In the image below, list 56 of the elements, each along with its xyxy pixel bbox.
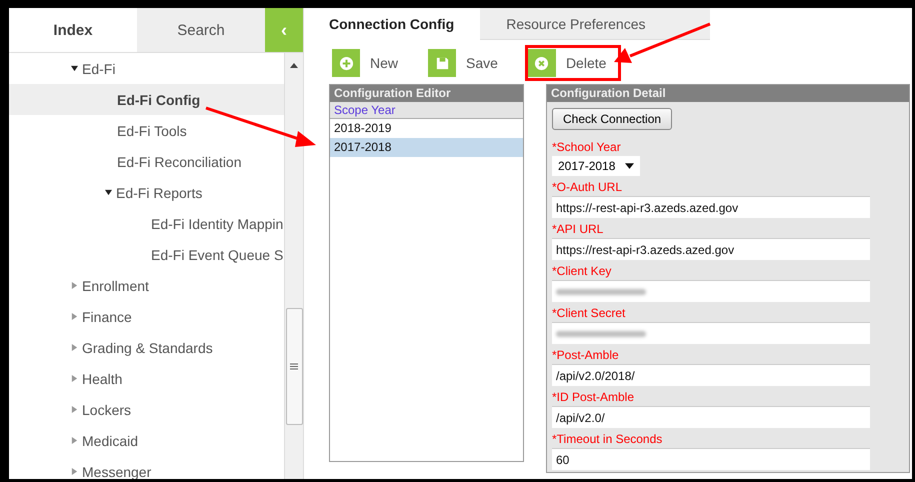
scroll-up-icon[interactable] — [290, 63, 298, 68]
field-label: *Post-Amble — [552, 348, 619, 362]
check-connection-button[interactable]: Check Connection — [552, 108, 672, 130]
delete-button[interactable]: Delete — [524, 45, 622, 81]
tree-item[interactable]: Ed-Fi Reconciliation — [9, 146, 284, 177]
tree-item[interactable]: Ed-Fi — [9, 53, 284, 84]
tree-item[interactable]: Ed-Fi Tools — [9, 115, 284, 146]
sidebar-tab[interactable]: Search — [137, 8, 265, 52]
field-label: *School Year — [552, 140, 621, 154]
input-field[interactable]: https://-rest-api-r3.azeds.azed.gov — [552, 196, 870, 218]
collapsed-triangle-icon[interactable] — [71, 468, 78, 475]
new-button[interactable]: New — [329, 45, 414, 81]
tree-item[interactable]: Lockers — [9, 394, 284, 425]
input-field[interactable]: 60 — [552, 448, 870, 470]
close-icon — [534, 56, 550, 70]
collapsed-triangle-icon[interactable] — [71, 344, 78, 351]
field-label: *O-Auth URL — [552, 180, 622, 194]
tree-item[interactable]: Ed-Fi Reports — [9, 177, 284, 208]
tree-item[interactable]: Finance — [9, 301, 284, 332]
plus-icon — [338, 56, 354, 70]
collapsed-triangle-icon[interactable] — [71, 375, 78, 382]
collapsed-triangle-icon[interactable] — [71, 313, 78, 320]
column-header[interactable]: Scope Year — [330, 102, 523, 119]
field-label: *ID Post-Amble — [552, 390, 634, 404]
tree-item[interactable]: Medicaid — [9, 425, 284, 456]
expanded-triangle-icon[interactable] — [71, 65, 78, 72]
scroll-thumb[interactable] — [286, 308, 302, 425]
list-row[interactable]: 2017-2018 — [330, 138, 523, 157]
input-field[interactable] — [552, 280, 870, 302]
panel-title: Configuration Editor — [330, 85, 523, 102]
tree-item[interactable]: Enrollment — [9, 270, 284, 301]
caret-icon — [625, 163, 634, 169]
list-row[interactable]: 2018-2019 — [330, 119, 523, 138]
field-label: *Timeout in Seconds — [552, 432, 662, 446]
collapsed-triangle-icon[interactable] — [71, 437, 78, 444]
tree-item[interactable]: Ed-Fi Config — [9, 84, 284, 115]
tree-item[interactable]: Health — [9, 363, 284, 394]
input-field[interactable]: /api/v2.0/2018/ — [552, 364, 870, 386]
field-label: *Client Key — [552, 264, 612, 278]
save-button[interactable]: Save — [425, 45, 513, 81]
tree-item[interactable]: Grading & Standards — [9, 332, 284, 363]
collapsed-triangle-icon[interactable] — [71, 282, 78, 289]
input-field[interactable]: /api/v2.0/ — [552, 406, 870, 428]
input-field[interactable] — [552, 322, 870, 344]
field-label: *API URL — [552, 222, 604, 236]
tree-item[interactable]: Ed-Fi Event Queue S — [9, 239, 284, 270]
tab[interactable]: Resource Preferences — [480, 8, 710, 40]
grip-icon — [290, 363, 298, 370]
scrollbar[interactable] — [284, 53, 303, 479]
tree-item[interactable]: Ed-Fi Identity Mappin — [9, 208, 284, 239]
collapsed-triangle-icon[interactable] — [71, 406, 78, 413]
panel-title: Configuration Detail — [547, 85, 909, 102]
input-field[interactable]: https://rest-api-r3.azeds.azed.gov — [552, 238, 870, 260]
school-year-select[interactable]: 2017-2018 — [552, 156, 640, 176]
expanded-triangle-icon[interactable] — [105, 189, 112, 196]
field-label: *Client Secret — [552, 306, 626, 320]
